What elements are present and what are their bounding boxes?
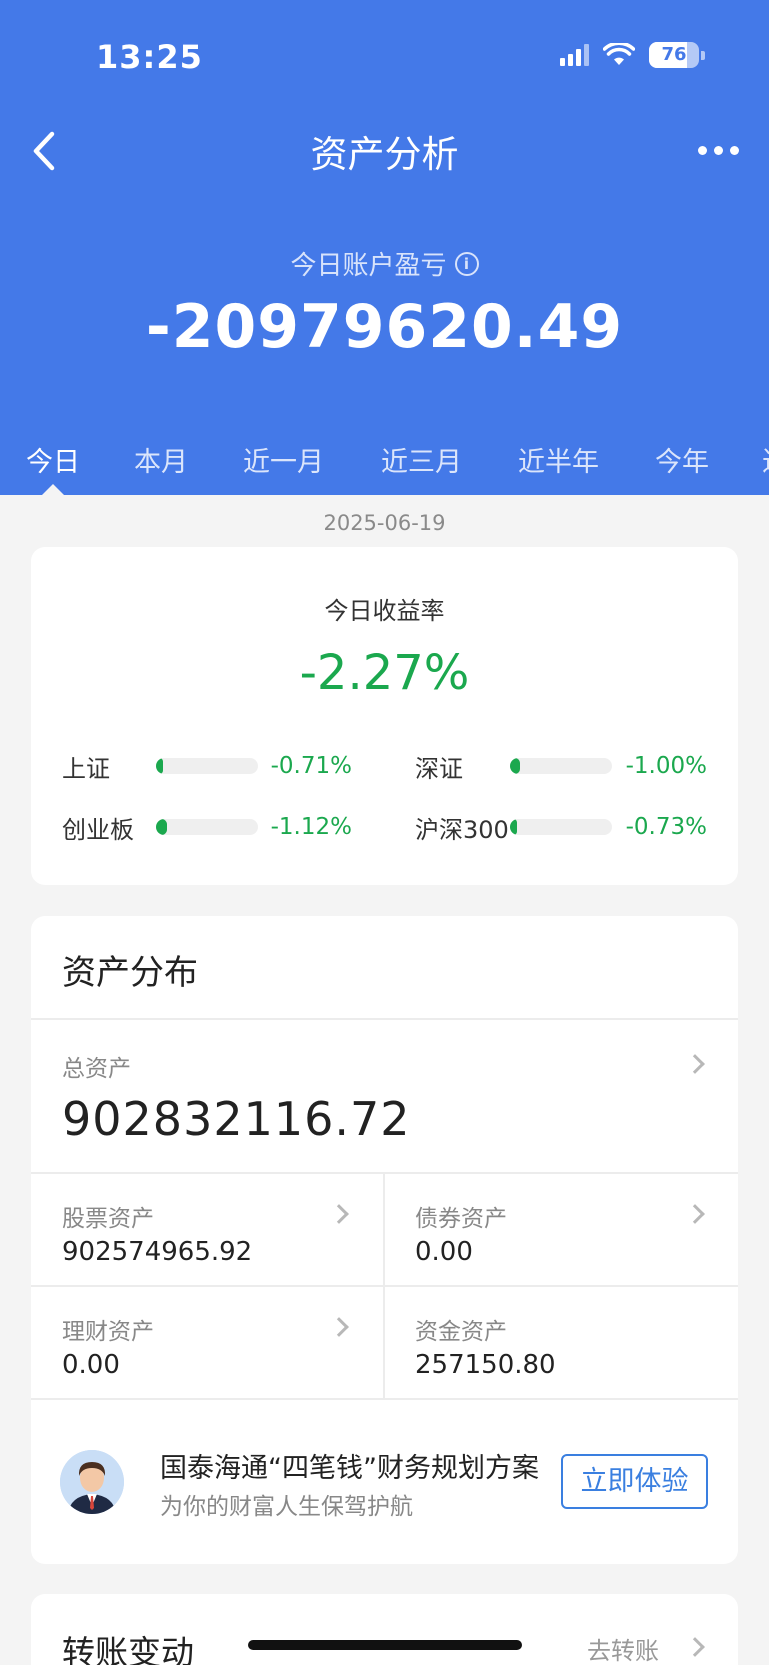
bond-assets-label[interactable]: 债券资产: [415, 1199, 507, 1233]
period-tabs: 今日 本月 近一月 近三月 近半年 今年 近: [0, 440, 769, 495]
tab-more[interactable]: 近: [762, 440, 769, 479]
divider: [31, 1285, 738, 1287]
index-value-hs300: -0.73%: [625, 814, 707, 840]
tab-last-half-year[interactable]: 近半年: [518, 440, 599, 479]
index-name: 上证: [62, 754, 110, 783]
return-value: -2.27%: [299, 645, 470, 701]
index-value-sh: -0.71%: [270, 753, 352, 779]
profit-loss-value: -20979620.49: [145, 292, 624, 362]
cash-assets-label: 资金资产: [415, 1319, 507, 1345]
signal-icon: [560, 44, 589, 66]
page-title: 资产分析: [310, 133, 459, 176]
index-row-cyb: 创业板: [62, 810, 134, 844]
index-name: 创业板: [62, 815, 134, 844]
index-value-cyb: -1.12%: [270, 814, 352, 840]
cash-assets-value: 257150.80: [415, 1350, 556, 1380]
total-assets-label[interactable]: 总资产: [62, 1049, 131, 1083]
divider: [31, 1398, 738, 1400]
divider: [31, 1018, 738, 1020]
more-dots-icon[interactable]: [698, 146, 739, 155]
asset-section-title: 资产分布: [62, 953, 198, 993]
status-icons: 76: [560, 42, 705, 68]
active-tab-indicator: [42, 484, 64, 495]
index-name: 沪深300: [415, 815, 509, 844]
selected-date: 2025-06-19: [323, 511, 446, 535]
go-transfer-link[interactable]: 去转账: [587, 1631, 659, 1665]
promo-subtitle: 为你的财富人生保驾护航: [160, 1494, 413, 1520]
wealth-assets-label[interactable]: 理财资产: [62, 1312, 154, 1346]
index-row-hs300: 沪深300: [415, 810, 509, 844]
index-bar-sh: [156, 758, 258, 774]
transfer-title: 转账变动: [62, 1633, 194, 1665]
index-name: 深证: [415, 754, 463, 783]
index-row-sh: 上证: [62, 749, 110, 783]
tab-this-year[interactable]: 今年: [655, 440, 709, 479]
tab-today[interactable]: 今日: [26, 440, 80, 479]
try-now-button[interactable]: 立即体验: [561, 1454, 708, 1509]
battery-icon: 76: [649, 42, 699, 68]
status-time: 13:25: [96, 38, 203, 76]
wifi-icon: [603, 43, 635, 65]
return-title: 今日收益率: [324, 597, 445, 625]
index-value-sz: -1.00%: [625, 753, 707, 779]
home-indicator[interactable]: [248, 1640, 522, 1650]
index-row-sz: 深证: [415, 749, 463, 783]
bond-assets-value: 0.00: [415, 1237, 473, 1267]
stock-assets-value: 902574965.92: [62, 1237, 253, 1267]
index-bar-hs300: [510, 819, 612, 835]
profit-loss-label: 今日账户盈亏: [290, 251, 447, 281]
header-hero: 13:25 76 资产分析 今日账户盈亏 i -20979620.49 今日 本…: [0, 0, 769, 495]
tab-this-month[interactable]: 本月: [134, 440, 188, 479]
tab-last-month[interactable]: 近一月: [243, 440, 324, 479]
index-bar-sz: [510, 758, 612, 774]
promo-title: 国泰海通“四笔钱”财务规划方案: [160, 1453, 539, 1484]
index-bar-cyb: [156, 819, 258, 835]
profit-loss-label-row: 今日账户盈亏 i: [0, 245, 769, 282]
info-icon[interactable]: i: [454, 251, 479, 276]
wealth-assets-value: 0.00: [62, 1350, 120, 1380]
stock-assets-label[interactable]: 股票资产: [62, 1199, 154, 1233]
total-assets-value: 902832116.72: [62, 1092, 411, 1146]
battery-tip: [701, 50, 705, 60]
battery-text: 76: [661, 44, 687, 65]
advisor-avatar-icon: [60, 1450, 124, 1514]
tab-last-three-months[interactable]: 近三月: [381, 440, 462, 479]
